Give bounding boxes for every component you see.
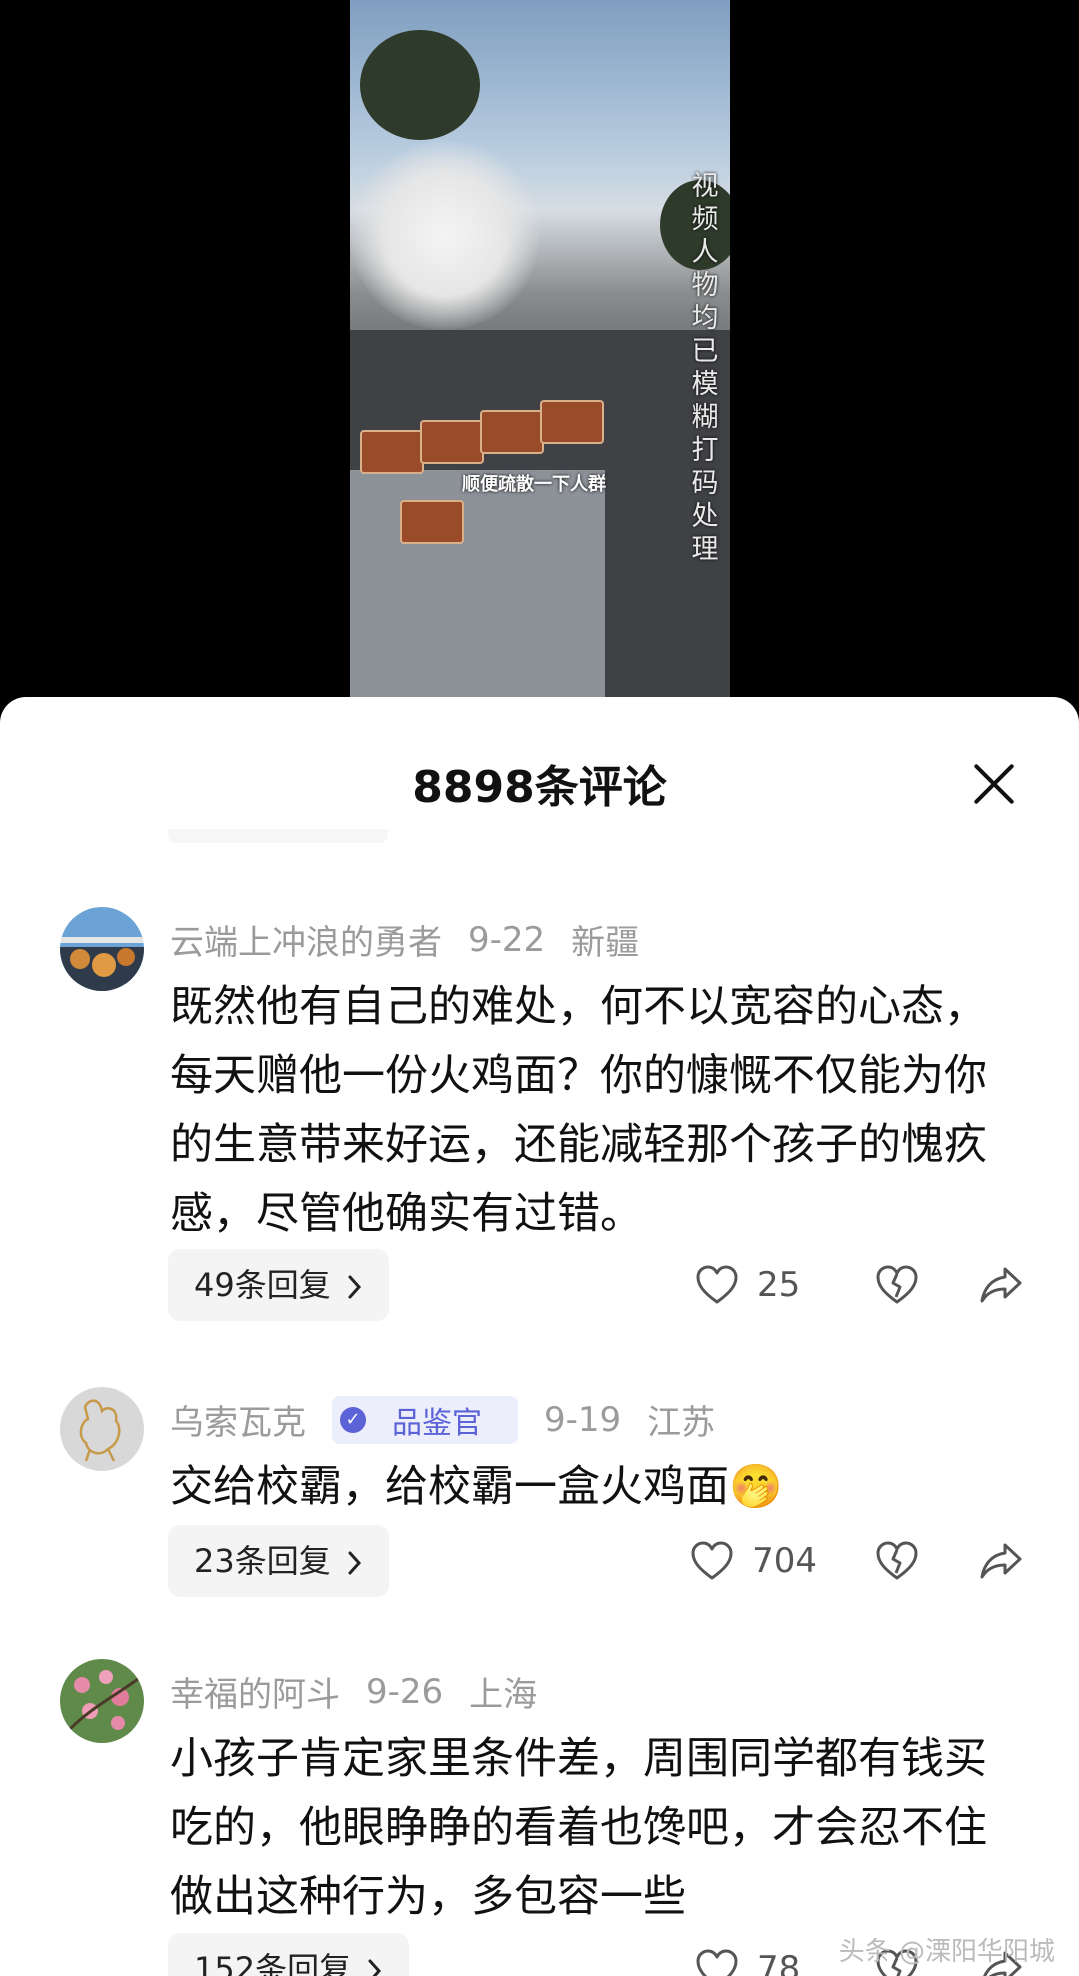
food-box [400, 500, 464, 544]
avatar[interactable] [60, 1659, 144, 1743]
watermark: 头条 @溧阳华阳城 [838, 1937, 1055, 1967]
previous-reply-button[interactable] [168, 829, 388, 843]
replies-label: 23条回复 [194, 1542, 331, 1580]
share-icon [979, 1541, 1023, 1581]
username[interactable]: 幸福的阿斗 [170, 1667, 340, 1716]
comment-meta: 幸福的阿斗 9-26 上海 [170, 1667, 563, 1716]
like-button[interactable]: 704 [690, 1541, 817, 1581]
replies-label: 49条回复 [194, 1266, 331, 1304]
tree-shape [360, 30, 480, 140]
like-count: 78 [757, 1949, 801, 1976]
broken-heart-icon [875, 1541, 919, 1581]
view-replies-button[interactable]: 152条回复 [168, 1933, 410, 1976]
comment-meta: 云端上冲浪的勇者 9-22 新疆 [170, 915, 665, 964]
share-button[interactable] [979, 1265, 1023, 1305]
chevron-right-icon [361, 1950, 383, 1976]
comment-count-title: 8898条评论 [412, 762, 667, 813]
video-player[interactable]: 顺便疏散一下人群 视频人物均已模糊打码处理 [0, 0, 1079, 710]
avatar[interactable] [60, 907, 144, 991]
comment-meta: 乌索瓦克 ✓ 品鉴官 9-19 江苏 [170, 1395, 741, 1444]
comment-date: 9-22 [468, 919, 546, 960]
dislike-button[interactable] [875, 1265, 919, 1305]
video-frame[interactable]: 顺便疏散一下人群 视频人物均已模糊打码处理 [350, 0, 730, 700]
close-icon[interactable] [969, 759, 1019, 809]
heart-icon [695, 1265, 739, 1305]
view-replies-button[interactable]: 49条回复 [168, 1249, 389, 1321]
food-box [540, 400, 604, 444]
heart-icon [690, 1541, 734, 1581]
username[interactable]: 云端上冲浪的勇者 [170, 915, 442, 964]
broken-heart-icon [875, 1265, 919, 1305]
chevron-right-icon [341, 1542, 363, 1580]
video-subtitle: 顺便疏散一下人群 [462, 474, 606, 495]
view-replies-button[interactable]: 23条回复 [168, 1525, 389, 1597]
food-box [420, 420, 484, 464]
share-button[interactable] [979, 1541, 1023, 1581]
food-box [360, 430, 424, 474]
food-box [480, 410, 544, 454]
like-count: 704 [752, 1541, 817, 1581]
comment-date: 9-26 [366, 1671, 444, 1712]
like-count: 25 [757, 1265, 801, 1305]
comment-location: 新疆 [571, 923, 640, 963]
like-button[interactable]: 25 [695, 1265, 817, 1305]
comment-sheet: 8898条评论 云端上冲浪的勇者 9-22 新疆 既然他有自己的难处，何不以宽容… [0, 697, 1079, 1976]
comment-location: 上海 [469, 1675, 538, 1715]
blur-smoke [350, 140, 540, 330]
share-icon [979, 1265, 1023, 1305]
comment-actions: 704 [690, 1525, 1023, 1597]
badge-label: 品鉴官 [392, 1405, 482, 1441]
role-badge: ✓ 品鉴官 [332, 1395, 518, 1444]
heart-icon [695, 1949, 739, 1976]
dislike-button[interactable] [875, 1541, 919, 1581]
username[interactable]: 乌索瓦克 [170, 1395, 306, 1444]
sheet-header: 8898条评论 [0, 697, 1079, 817]
comment-text: 小孩子肯定家里条件差，周围同学都有钱买吃的，他眼睁睁的看着也馋吧，才会忍不住做出… [170, 1734, 987, 1922]
comment-location: 江苏 [647, 1403, 716, 1443]
verified-icon: ✓ [340, 1406, 366, 1433]
avatar[interactable] [60, 1387, 144, 1471]
comment-text: 交给校霸，给校霸一盒火鸡面🤭 [170, 1462, 783, 1512]
like-button[interactable]: 78 [695, 1949, 817, 1976]
stall-table [350, 470, 605, 700]
replies-label: 152条回复 [194, 1950, 352, 1976]
comment-text: 既然他有自己的难处，何不以宽容的心态，每天赠他一份火鸡面？你的慷慨不仅能为你的生… [170, 982, 987, 1239]
video-vertical-caption: 视频人物均已模糊打码处理 [691, 171, 719, 565]
comment-date: 9-19 [544, 1399, 622, 1440]
chevron-right-icon [341, 1266, 363, 1304]
comment-actions: 25 [695, 1249, 1023, 1321]
